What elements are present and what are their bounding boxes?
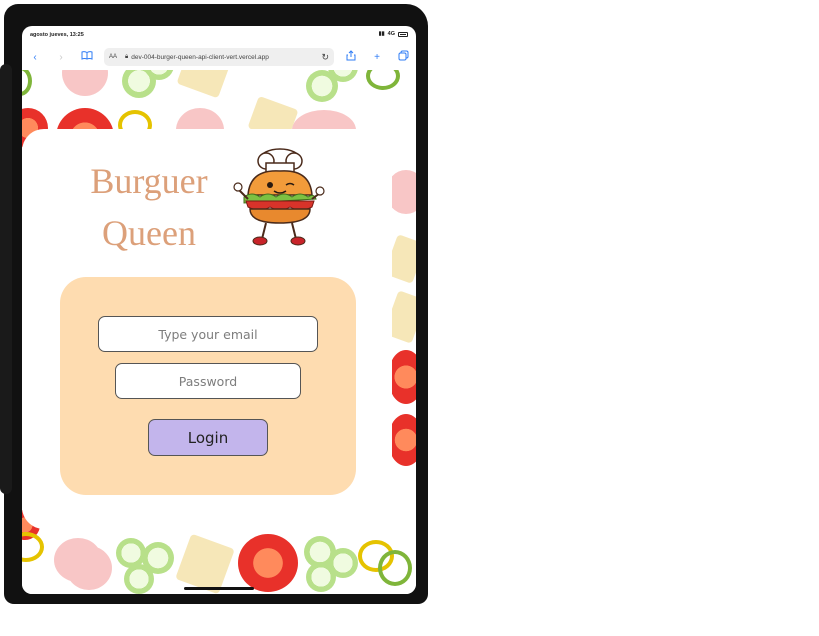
bookmarks-icon[interactable] [74,51,100,63]
share-icon[interactable] [338,50,364,64]
ham-slice-decoration [62,70,108,96]
password-field-wrapper [115,363,301,399]
reload-icon[interactable]: ↻ [321,52,329,63]
browser-toolbar: ‹ › AA 🔒︎ dev-004-burger-queen-api-clien… [22,44,416,70]
login-card: Burguer Queen Type your email Login [22,129,392,529]
cucumber-decoration [306,562,336,592]
tabs-icon[interactable] [390,50,416,64]
network-label: 4G [387,31,395,37]
battery-icon [398,31,408,37]
signal-icon: ▮▮ [378,31,385,37]
pepper-decoration [366,70,400,90]
app-title: Burguer Queen [74,155,224,259]
cheese-decoration [175,533,235,594]
home-indicator[interactable] [184,587,254,590]
back-icon[interactable]: ‹ [22,52,48,63]
url-text[interactable]: dev-004-burger-queen-api-client-vert.ver… [131,54,321,61]
pepper-decoration [22,70,32,96]
lock-icon: 🔒︎ [125,53,129,60]
email-input[interactable] [99,317,317,351]
food-pattern-background: Burguer Queen Type your email Login [22,70,416,594]
status-bar: agosto jueves, 13:25 ▮▮ 4G [22,26,416,44]
burger-chef-mascot-icon [233,148,325,246]
password-input[interactable] [116,364,300,398]
cheese-decoration [176,70,232,99]
login-form-panel: Login [60,277,356,495]
tomato-decoration [388,350,416,404]
email-field-wrapper [98,316,318,352]
ham-slice-decoration [66,546,112,590]
forward-icon[interactable]: › [48,52,74,63]
tablet-frame: agosto jueves, 13:25 ▮▮ 4G ‹ › AA 🔒︎ dev… [0,4,428,604]
tablet-screen: agosto jueves, 13:25 ▮▮ 4G ‹ › AA 🔒︎ dev… [22,26,416,594]
address-bar[interactable]: AA 🔒︎ dev-004-burger-queen-api-client-ve… [104,48,334,66]
status-indicators: ▮▮ 4G [379,31,408,37]
app-title-line1: Burguer [90,161,208,201]
pepper-decoration [378,550,412,586]
status-time: agosto jueves, 13:25 [30,32,84,38]
cucumber-decoration [124,564,154,594]
app-title-line2: Queen [102,213,196,253]
login-button[interactable]: Login [148,419,268,456]
tomato-decoration [238,534,298,592]
new-tab-icon[interactable]: + [364,52,390,63]
reader-button[interactable]: AA [109,54,117,60]
tomato-decoration [388,414,416,466]
pepper-decoration [22,532,44,562]
